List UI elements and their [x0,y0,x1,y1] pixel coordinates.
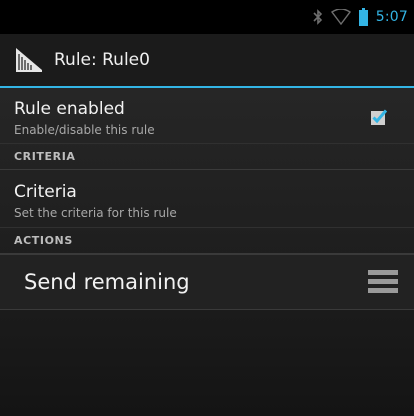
action-label: Send remaining [24,270,190,294]
criteria-preference[interactable]: Criteria Set the criteria for this rule [0,170,414,228]
action-list-item[interactable]: Send remaining [0,254,414,310]
criteria-summary: Set the criteria for this rule [14,206,177,220]
status-icons: 5:07 [313,0,408,34]
action-bar: Rule: Rule0 [0,34,414,88]
category-actions: ACTIONS [0,228,414,254]
rule-enabled-title: Rule enabled [14,99,125,119]
status-clock: 5:07 [375,9,408,25]
app-logo-icon[interactable] [12,43,46,77]
bluetooth-icon [313,9,322,25]
screen: 5:07 Rule: Rule0 Rule enabled Enable/dis… [0,0,414,416]
drag-handle-icon[interactable] [368,270,398,294]
rule-enabled-summary: Enable/disable this rule [14,123,155,137]
criteria-title: Criteria [14,182,77,202]
checkmark-icon [371,109,388,125]
preference-list: Rule enabled Enable/disable this rule CR… [0,88,414,416]
page-title: Rule: Rule0 [54,50,150,70]
battery-icon [358,8,368,26]
category-criteria: CRITERIA [0,144,414,170]
rule-enabled-checkbox[interactable] [370,108,388,126]
rule-enabled-preference[interactable]: Rule enabled Enable/disable this rule [0,88,414,144]
wifi-icon [330,9,351,25]
status-bar: 5:07 [0,0,414,34]
